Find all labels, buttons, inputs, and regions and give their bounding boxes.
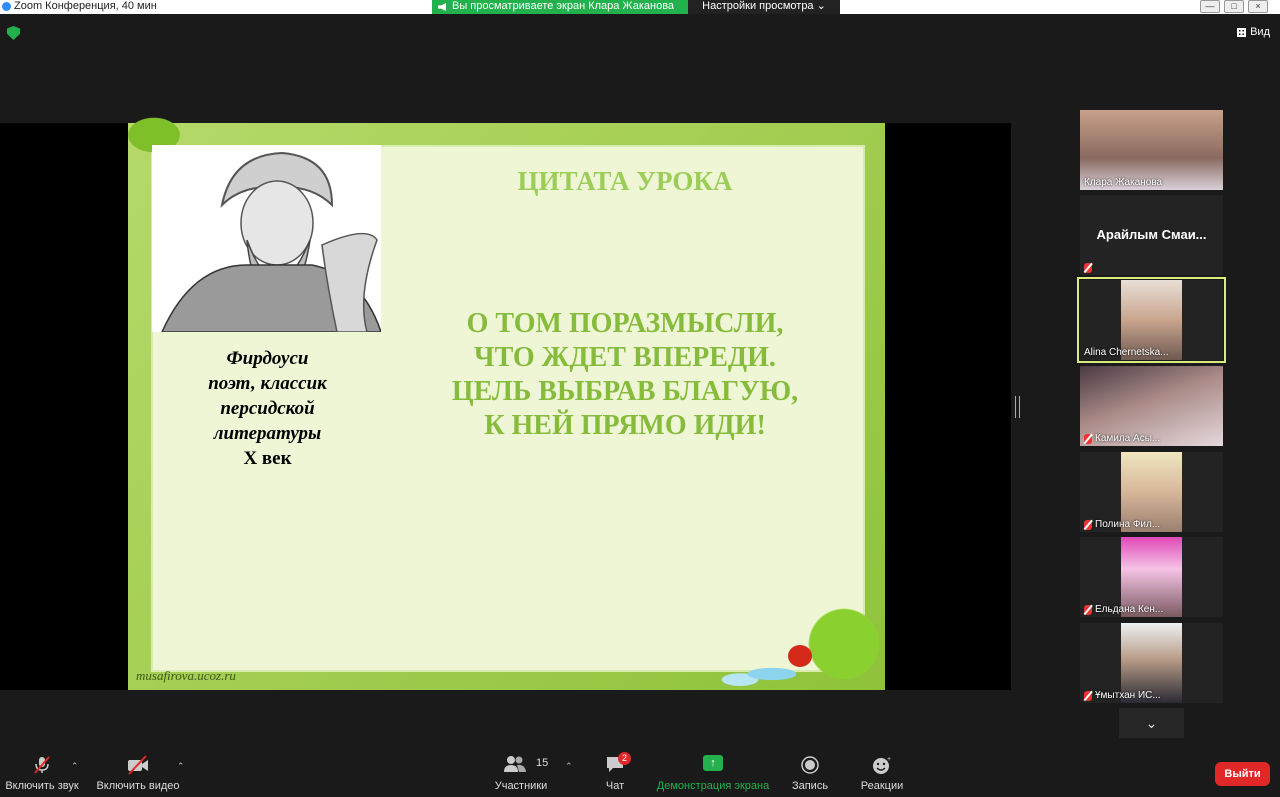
close-button[interactable]: ×: [1248, 0, 1268, 13]
chat-unread-badge: 2: [618, 752, 631, 765]
muted-mic-icon: [1084, 519, 1092, 530]
view-settings-button[interactable]: Настройки просмотра ⌄: [688, 0, 840, 14]
reactions-icon: +: [873, 756, 891, 774]
meeting-toolbar: Включить звук ⌃ Включить видео ⌃ 15 Учас…: [0, 743, 1280, 797]
muted-mic-icon: [1084, 263, 1092, 273]
start-video-label: Включить видео: [96, 780, 180, 792]
quote-line: ЧТО ЖДЕТ ВПЕРЕДИ.: [474, 342, 776, 373]
participant-name: Арайлым Смаи...: [1096, 227, 1207, 242]
leave-meeting-button[interactable]: Выйти: [1215, 762, 1270, 786]
quote-line: О ТОМ ПОРАЗМЫСЛИ,: [466, 308, 784, 339]
start-video-button[interactable]: Включить видео: [95, 743, 181, 797]
slide-title: ЦИТАТА УРОКА: [517, 166, 733, 196]
participants-count: 15: [536, 757, 549, 769]
grid-icon: [1237, 27, 1247, 37]
video-off-icon: [128, 755, 148, 775]
scroll-down-button[interactable]: ⌄: [1119, 708, 1184, 738]
participants-label: Участники: [494, 780, 548, 792]
participant-tile[interactable]: Полина Фил...: [1080, 452, 1223, 532]
participant-name: Клара Жаканова: [1084, 177, 1163, 188]
muted-mic-icon: [1084, 604, 1092, 615]
water-drops-decoration: [716, 660, 796, 688]
chevron-down-icon: ⌄: [1145, 715, 1158, 731]
chat-label: Чат: [605, 780, 625, 792]
participant-name: Ұмытхан ИС...: [1095, 690, 1161, 701]
window-title: Zoom Конференция, 40 мин: [14, 0, 157, 12]
participant-tile[interactable]: Ельдана Кен...: [1080, 537, 1223, 617]
caption-line: литературы: [213, 423, 322, 444]
unmute-label: Включить звук: [5, 780, 79, 792]
share-banner: Вы просматриваете экран Клара Жаканова: [432, 0, 688, 14]
share-screen-icon: ↑: [703, 755, 723, 771]
participant-name-row: Камила Асы...: [1084, 433, 1160, 444]
participant-name-row: Полина Фил...: [1084, 519, 1160, 530]
muted-mic-icon: [1084, 690, 1092, 701]
panel-resize-handle[interactable]: [1015, 396, 1020, 418]
caption-line: поэт, классик: [208, 373, 327, 394]
portrait-caption: Фирдоуси поэт, классик персидской литера…: [170, 346, 365, 471]
caption-line: X век: [243, 448, 292, 469]
participant-name-row: Ұмытхан ИС...: [1084, 690, 1161, 701]
participants-button[interactable]: 15 Участники: [492, 743, 550, 797]
participant-name-row: Ельдана Кен...: [1084, 604, 1163, 615]
quote-line: ЦЕЛЬ ВЫБРАВ БЛАГУЮ,: [451, 376, 799, 407]
record-button[interactable]: Запись: [788, 743, 832, 797]
participant-tile[interactable]: Ұмытхан ИС...: [1080, 623, 1223, 703]
mic-muted-icon: [34, 756, 50, 774]
audio-options-chevron-icon[interactable]: ⌃: [71, 761, 79, 772]
minimize-button[interactable]: —: [1200, 0, 1220, 13]
share-banner-text: Вы просматриваете экран Клара Жаканова: [452, 0, 675, 12]
ferdowsi-portrait: [152, 145, 383, 333]
reactions-button[interactable]: + Реакции: [857, 743, 907, 797]
caption-line: персидской: [220, 398, 315, 419]
participant-tile[interactable]: Клара Жаканова: [1080, 110, 1223, 190]
participants-icon: [504, 756, 527, 772]
view-button[interactable]: Вид: [1237, 26, 1270, 38]
view-button-label: Вид: [1250, 26, 1270, 38]
muted-mic-icon: [1084, 433, 1092, 444]
zoom-logo-icon: [2, 2, 11, 11]
participant-tile-active-speaker[interactable]: Alina Chernetska...: [1077, 277, 1226, 363]
share-screen-label: Демонстрация экрана: [656, 780, 770, 792]
speaker-icon: [438, 3, 446, 11]
participant-name: Камила Асы...: [1095, 433, 1161, 444]
participant-tile[interactable]: Камила Асы...: [1080, 366, 1223, 446]
share-screen-button[interactable]: ↑ Демонстрация экрана: [655, 743, 771, 797]
participants-options-chevron-icon[interactable]: ⌃: [565, 761, 573, 772]
svg-text:+: +: [887, 756, 891, 763]
caption-line: Фирдоуси: [226, 348, 309, 369]
participant-name: Полина Фил...: [1095, 519, 1161, 530]
portrait-image: [152, 145, 383, 333]
participant-name-row: Клара Жаканова: [1084, 177, 1162, 188]
slide-site-url: musafirova.ucoz.ru: [136, 668, 236, 683]
slide-quote: О ТОМ ПОРАЗМЫСЛИ, ЧТО ЖДЕТ ВПЕРЕДИ. ЦЕЛЬ…: [410, 307, 840, 443]
window-controls: — □ ×: [1200, 0, 1268, 13]
participant-name: Alina Chernetska...: [1084, 347, 1169, 358]
record-icon: [801, 756, 819, 774]
participant-name-row: Alina Chernetska...: [1084, 347, 1169, 358]
record-label: Запись: [791, 780, 829, 792]
shield-icon[interactable]: [7, 26, 20, 40]
maximize-button[interactable]: □: [1224, 0, 1244, 13]
quote-line: К НЕЙ ПРЯМО ИДИ!: [484, 410, 766, 441]
participant-name: Ельдана Кен...: [1095, 604, 1164, 615]
reactions-label: Реакции: [860, 780, 904, 792]
video-options-chevron-icon[interactable]: ⌃: [177, 761, 185, 772]
participant-tile[interactable]: Арайлым Смаи...: [1080, 195, 1223, 275]
chat-button[interactable]: 2 Чат: [596, 743, 634, 797]
participant-name-row: [1084, 263, 1092, 273]
